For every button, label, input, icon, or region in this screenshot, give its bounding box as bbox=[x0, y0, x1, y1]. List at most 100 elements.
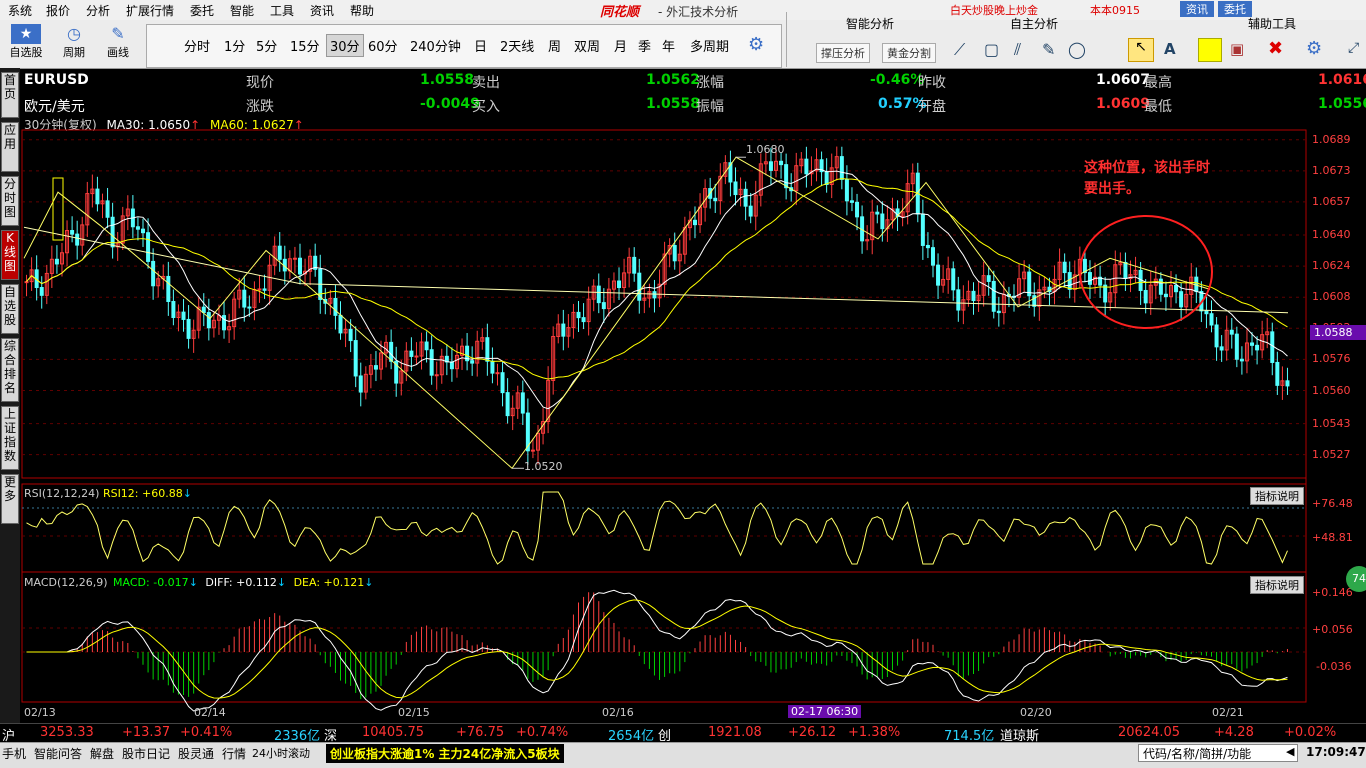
candle-body bbox=[930, 247, 935, 266]
search-input[interactable]: 代码/名称/简拼/功能 bbox=[1138, 744, 1298, 762]
price-tick-label: 1.0640 bbox=[1312, 227, 1351, 241]
cy-percent: +1.38% bbox=[848, 725, 901, 740]
price-tick-label: 1.0543 bbox=[1312, 416, 1351, 430]
macd-indicator-help-button[interactable]: 指标说明 bbox=[1250, 576, 1304, 594]
candle-body bbox=[768, 161, 773, 171]
macd-tick-low: -0.036 bbox=[1316, 660, 1352, 673]
annotation-line2: 要出手。 bbox=[1084, 181, 1140, 197]
candle-body bbox=[581, 317, 586, 323]
candle-body bbox=[262, 288, 267, 291]
candle-body bbox=[1143, 289, 1148, 304]
date-label-0220: 02/20 bbox=[1020, 706, 1052, 719]
candle-body bbox=[24, 281, 29, 284]
candle-body bbox=[409, 350, 414, 357]
sz-change: +76.75 bbox=[456, 725, 505, 740]
price-tick-label: 1.0608 bbox=[1312, 290, 1351, 304]
candle-body bbox=[373, 365, 378, 370]
search-arrow-icon[interactable]: ◀ bbox=[1286, 745, 1294, 758]
date-label-0216: 02/16 bbox=[602, 706, 634, 719]
candle-body bbox=[141, 228, 146, 234]
candle-body bbox=[1163, 293, 1168, 298]
candle-body bbox=[1103, 284, 1108, 303]
sh-value: 3253.33 bbox=[40, 725, 94, 740]
candle-body bbox=[1087, 272, 1092, 285]
candle-body bbox=[1214, 324, 1219, 348]
candle-body bbox=[936, 264, 941, 286]
sh-change: +13.37 bbox=[122, 725, 171, 740]
cy-change: +26.12 bbox=[788, 725, 837, 740]
macd-down-arrow-icon: ↓ bbox=[188, 576, 198, 589]
price-tick-label: 1.0560 bbox=[1312, 383, 1351, 397]
macd-label: MACD(12,26,9) bbox=[24, 576, 108, 589]
candle-body bbox=[206, 312, 211, 329]
macd-value: MACD: -0.017 bbox=[113, 576, 189, 589]
rsi-tick-mid: +48.81 bbox=[1312, 531, 1353, 544]
candle-body bbox=[389, 341, 394, 362]
candle-body bbox=[429, 349, 434, 376]
candle-body bbox=[692, 219, 697, 226]
candle-body bbox=[1179, 291, 1184, 308]
date-label-0213: 02/13 bbox=[24, 706, 56, 719]
candle-body bbox=[1219, 346, 1224, 351]
rsi-indicator-help-button[interactable]: 指标说明 bbox=[1250, 487, 1304, 505]
candle-body bbox=[505, 392, 510, 417]
candle-body bbox=[358, 375, 363, 393]
candle-body bbox=[561, 323, 566, 337]
candle-body bbox=[186, 318, 191, 339]
candle-body bbox=[54, 258, 59, 265]
rsi-down-arrow-icon: ↓ bbox=[182, 487, 192, 500]
sz-percent: +0.74% bbox=[516, 725, 569, 740]
candle-body bbox=[424, 341, 429, 351]
candle-body bbox=[105, 200, 110, 218]
candle-body bbox=[637, 272, 642, 301]
ma30-line bbox=[26, 168, 1288, 410]
candle-body bbox=[956, 289, 961, 311]
candle-body bbox=[733, 181, 738, 196]
candle-body bbox=[855, 201, 860, 218]
candle-body bbox=[490, 360, 495, 374]
candle-body bbox=[601, 302, 606, 310]
dea-down-arrow-icon: ↓ bbox=[364, 576, 374, 589]
rsi-legend: RSI(12,12,24) RSI12: +60.88↓ bbox=[24, 487, 192, 500]
candle-body bbox=[824, 171, 829, 185]
macd-tick-high: +0.146 bbox=[1312, 586, 1353, 599]
price-tick-label: 1.0657 bbox=[1312, 194, 1351, 208]
candle-body bbox=[434, 374, 439, 377]
news-scroller[interactable]: 创业板指大涨逾1% 主力24亿净流入5板块 bbox=[326, 744, 564, 763]
status-qa[interactable]: 智能问答 bbox=[34, 745, 82, 762]
kline-chart[interactable] bbox=[0, 0, 1366, 767]
dj-value: 20624.05 bbox=[1118, 725, 1181, 740]
highlight-box bbox=[52, 177, 64, 241]
round-badge[interactable]: 74 bbox=[1346, 566, 1366, 592]
status-24h[interactable]: 24小时滚动 bbox=[252, 745, 310, 761]
status-diary[interactable]: 股市日记 bbox=[122, 745, 170, 762]
candle-body bbox=[875, 211, 880, 215]
price-tick-label: 1.0624 bbox=[1312, 259, 1351, 273]
candle-body bbox=[1067, 272, 1072, 290]
status-linktong[interactable]: 股灵通 bbox=[178, 745, 214, 762]
date-label-0221: 02/21 bbox=[1212, 706, 1244, 719]
candle-body bbox=[713, 197, 718, 202]
price-tick-label: 1.0673 bbox=[1312, 163, 1351, 177]
candle-body bbox=[1123, 261, 1128, 279]
rsi-tick-high: +76.48 bbox=[1312, 497, 1353, 510]
candle-body bbox=[596, 285, 601, 304]
candle-body bbox=[277, 245, 282, 260]
clock-time: 17:09:47 bbox=[1306, 745, 1366, 759]
candle-body bbox=[1062, 261, 1067, 274]
candle-body bbox=[353, 340, 358, 377]
candle-body bbox=[849, 200, 854, 203]
candle-body bbox=[1204, 310, 1209, 315]
candle-body bbox=[844, 178, 849, 202]
candle-body bbox=[500, 372, 505, 394]
candle-body bbox=[1239, 358, 1244, 362]
candle-body bbox=[1174, 284, 1179, 293]
candle-body bbox=[166, 275, 171, 302]
low-marker-label: 1.0520 bbox=[524, 460, 563, 473]
status-mobile[interactable]: 手机 bbox=[2, 745, 26, 762]
status-market[interactable]: 行情 bbox=[222, 745, 246, 762]
candle-body bbox=[779, 160, 784, 166]
status-jiepan[interactable]: 解盘 bbox=[90, 745, 114, 762]
dea-value: DEA: +0.121 bbox=[293, 576, 365, 589]
candle-body bbox=[576, 311, 581, 319]
